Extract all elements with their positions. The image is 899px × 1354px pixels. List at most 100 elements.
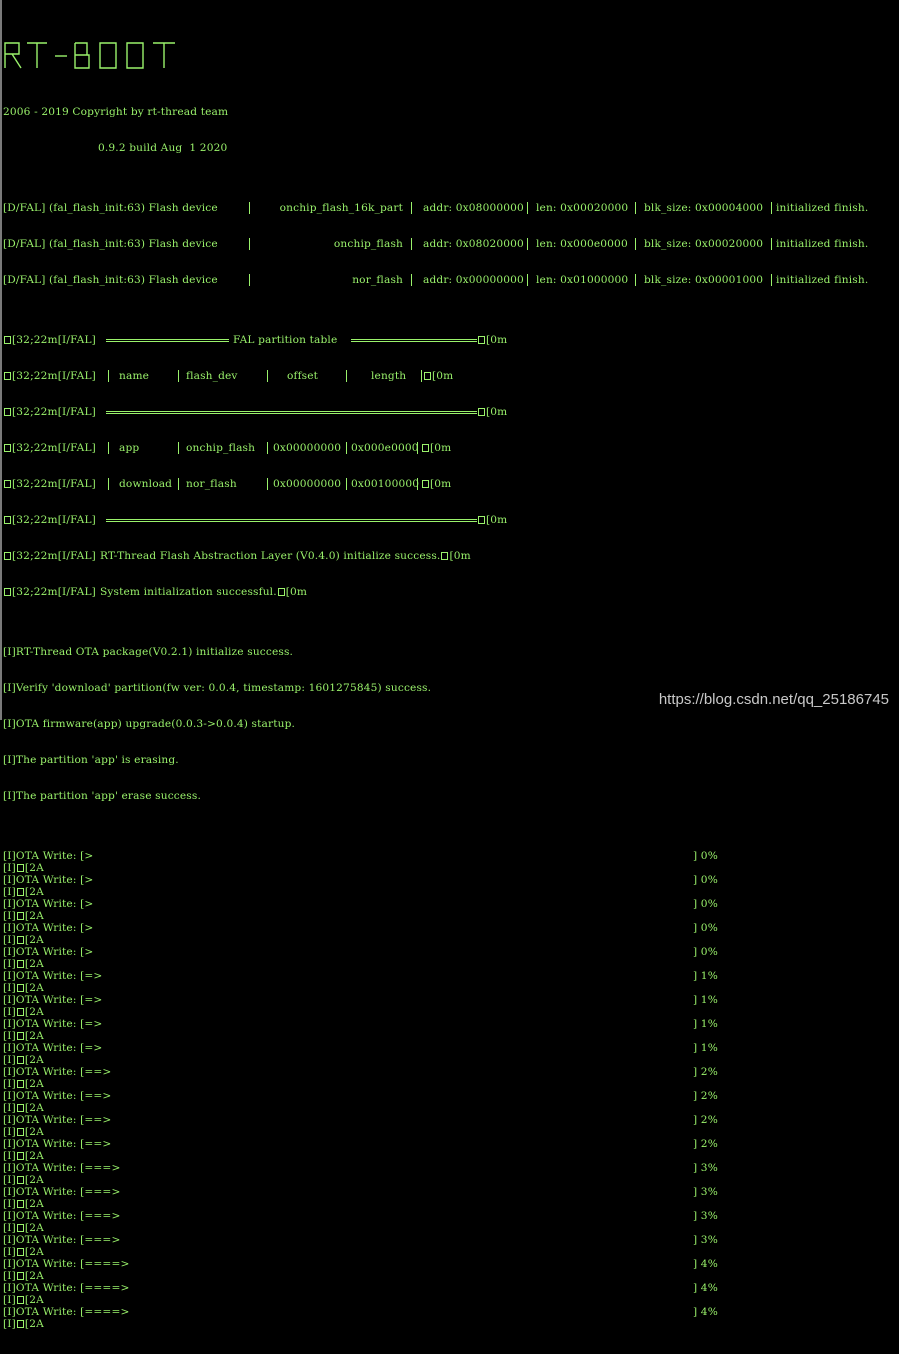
log-prefix: [I]	[3, 1186, 16, 1198]
progress-percent: ] 0%	[693, 874, 718, 886]
ota-write-line: [I] OTA Write: [==>] 2%	[3, 1114, 896, 1126]
escape-glyph-icon	[16, 1296, 24, 1304]
escape-glyph-icon	[16, 1248, 24, 1256]
log-prefix: [I]	[3, 1174, 16, 1186]
fal-init-line: [32;22m[I/FAL] RT-Thread Flash Abstracti…	[3, 550, 896, 562]
ota-write-label: OTA Write: [	[15, 1018, 85, 1030]
ota-write-line: [I] OTA Write: [===>] 3%	[3, 1162, 896, 1174]
log-prefix: [I]	[3, 1294, 16, 1306]
clear-line: [I] [2A	[3, 1006, 896, 1018]
log-prefix: [I]	[3, 1030, 16, 1042]
progress-bar-text: ====>	[84, 1258, 130, 1270]
log-prefix: [I]	[3, 946, 16, 958]
log-prefix: [I]	[3, 1318, 16, 1330]
ota-write-line: [I] OTA Write: [>] 0%	[3, 946, 896, 958]
escape-glyph-icon	[4, 408, 11, 416]
log-prefix: [I]	[3, 850, 16, 862]
clear-sequence: [2A	[24, 1198, 44, 1210]
ota-write-label: OTA Write: [	[15, 1042, 85, 1054]
escape-glyph-icon	[4, 588, 11, 596]
ota-write-line: [I] OTA Write: [==>] 2%	[3, 1066, 896, 1078]
log-prefix: [I]	[3, 1126, 16, 1138]
copyright-text: 2006 - 2019 Copyright by rt-thread team	[3, 106, 229, 118]
ota-write-line: [I] OTA Write: [>] 0%	[3, 874, 896, 886]
escape-glyph-icon	[16, 1104, 24, 1112]
log-prefix: [I]	[3, 970, 16, 982]
ota-write-line: [I] OTA Write: [==>] 2%	[3, 1090, 896, 1102]
flash-device-row: [D/FAL] (fal_flash_init:63) Flash device…	[3, 238, 869, 250]
log-prefix: [I]	[3, 1234, 16, 1246]
escape-glyph-icon	[16, 1056, 24, 1064]
ota-write-line: [I] OTA Write: [=>] 1%	[3, 994, 896, 1006]
ota-write-label: OTA Write: [	[15, 1090, 85, 1102]
log-prefix: [I]	[3, 1054, 16, 1066]
ota-write-label: OTA Write: [	[15, 1258, 85, 1270]
escape-glyph-icon	[478, 516, 485, 524]
clear-sequence: [2A	[24, 1294, 44, 1306]
log-prefix: [I]	[3, 874, 16, 886]
ota-write-line: [I] OTA Write: [===>] 3%	[3, 1234, 896, 1246]
log-prefix: [I]	[3, 1102, 16, 1114]
ota-write-line: [I] OTA Write: [====>] 4%	[3, 1282, 896, 1294]
progress-percent: ] 1%	[693, 1042, 718, 1054]
escape-glyph-icon	[4, 372, 11, 380]
log-prefix: [I]	[3, 1042, 16, 1054]
progress-bar-text: =>	[84, 1018, 103, 1030]
progress-bar-text: ===>	[84, 1210, 121, 1222]
clear-line: [I] [2A	[3, 982, 896, 994]
clear-sequence: [2A	[24, 1318, 44, 1330]
clear-sequence: [2A	[24, 958, 44, 970]
sys-init-line: [32;22m[I/FAL] System initialization suc…	[3, 586, 896, 598]
clear-sequence: [2A	[24, 1006, 44, 1018]
escape-glyph-icon	[4, 516, 11, 524]
progress-percent: ] 0%	[693, 898, 718, 910]
ota-write-label: OTA Write: [	[15, 898, 85, 910]
ota-write-label: OTA Write: [	[15, 1210, 85, 1222]
ota-write-line: [I] OTA Write: [>] 0%	[3, 922, 896, 934]
escape-glyph-icon	[277, 588, 285, 596]
clear-line: [I] [2A	[3, 958, 896, 970]
clear-line: [I] [2A	[3, 1198, 896, 1210]
escape-glyph-icon	[478, 408, 485, 416]
log-prefix: [I]	[3, 1246, 16, 1258]
escape-glyph-icon	[16, 984, 24, 992]
ota-write-label: OTA Write: [	[15, 1306, 85, 1318]
log-prefix: [I]	[3, 1138, 16, 1150]
log-prefix: [I]	[3, 934, 16, 946]
log-prefix: [I]	[3, 994, 16, 1006]
clear-line: [I] [2A	[3, 1246, 896, 1258]
ota-write-label: OTA Write: [	[15, 1162, 85, 1174]
progress-percent: ] 0%	[693, 850, 718, 862]
progress-percent: ] 0%	[693, 946, 718, 958]
log-prefix: [I]	[3, 1210, 16, 1222]
progress-percent: ] 4%	[693, 1282, 718, 1294]
rt-boot-logo	[4, 42, 175, 69]
ota-write-label: OTA Write: [	[15, 946, 85, 958]
ota-write-line: [I] OTA Write: [=>] 1%	[3, 970, 896, 982]
progress-bar-text: =>	[84, 970, 103, 982]
escape-glyph-icon	[16, 1080, 24, 1088]
clear-sequence: [2A	[24, 1150, 44, 1162]
ota-write-line: [I] OTA Write: [====>] 4%	[3, 1306, 896, 1318]
escape-glyph-icon	[4, 552, 11, 560]
terminal-output[interactable]: 2006 - 2019 Copyright by rt-thread team …	[3, 2, 896, 1330]
escape-glyph-icon	[16, 1272, 24, 1280]
ota-write-label: OTA Write: [	[15, 994, 85, 1006]
progress-bar-text: >	[84, 922, 94, 934]
clear-line: [I] [2A	[3, 1318, 896, 1330]
clear-sequence: [2A	[24, 1246, 44, 1258]
progress-percent: ] 3%	[693, 1210, 718, 1222]
progress-percent: ] 2%	[693, 1090, 718, 1102]
clear-line: [I] [2A	[3, 1174, 896, 1186]
ota-write-label: OTA Write: [	[15, 850, 85, 862]
escape-glyph-icon	[4, 480, 11, 488]
clear-line: [I] [2A	[3, 1150, 896, 1162]
escape-glyph-icon	[441, 552, 449, 560]
ota-write-line: [I] OTA Write: [===> ] 3%	[3, 1210, 896, 1222]
ota-write-label: OTA Write: [	[15, 970, 85, 982]
ota-log-line: [I]RT-Thread OTA package(V0.2.1) initial…	[3, 646, 294, 658]
log-prefix: [I]	[3, 1006, 16, 1018]
ota-log-line: [I]The partition 'app' erase success.	[3, 790, 201, 802]
build-text: 0.9.2 build Aug 1 2020	[98, 142, 228, 154]
flash-device-row: [D/FAL] (fal_flash_init:63) Flash device…	[3, 202, 869, 214]
